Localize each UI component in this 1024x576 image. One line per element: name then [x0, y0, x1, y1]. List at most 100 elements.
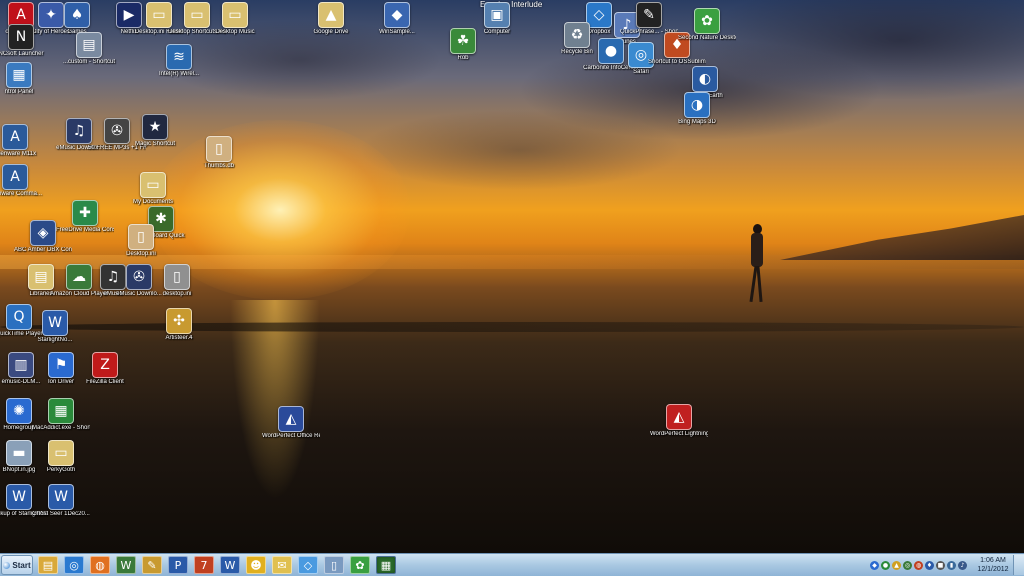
desktop-icon[interactable]: ▭ PerkyGoth	[32, 440, 90, 474]
desktop-icon[interactable]: ♠Games	[48, 2, 106, 36]
desktop-icon[interactable]: ▤ ...custom - Shortcut	[60, 32, 118, 66]
desktop-icon-glyph-icon: Z	[92, 352, 118, 378]
desktop-icon[interactable]: ≋ Intel(R) Wirel...	[150, 44, 208, 78]
desktop-icon[interactable]: Z FileZilla Client	[76, 352, 134, 386]
taskbar-app-icon[interactable]: ▦	[376, 556, 396, 574]
wallpaper-person-silhouette	[748, 224, 766, 303]
tray-icon[interactable]: ◎	[903, 560, 912, 570]
desktop-icon-glyph-icon: ◑	[684, 92, 710, 118]
desktop-icon-glyph-icon: ▦	[6, 62, 32, 88]
tray-icon[interactable]: ♦	[925, 560, 934, 570]
desktop-icon-label: Ghost Seer 1Dec20...	[32, 511, 90, 517]
desktop-icon-label: Alienware M11x	[0, 151, 37, 157]
desktop-icon-label: desktop.ini	[162, 291, 192, 297]
taskbar-app-icon[interactable]: W	[116, 556, 136, 574]
tray-icon[interactable]: ◆	[870, 560, 879, 570]
desktop-icon-glyph-icon: N	[8, 24, 34, 50]
taskbar: Start ▤ ◎ ◍ W ✎ P 7 W ☻ ✉ ◇ ▯ ✿ ▦ ◆ ● ▲ ◎ ◍ ♦ ■ ▮ ♪ 1:06 AM 1…	[0, 553, 1024, 576]
start-button[interactable]: Start	[1, 555, 33, 575]
tray-icon[interactable]: ▮	[947, 560, 956, 570]
desktop-icon-glyph-icon: ▯	[128, 224, 154, 250]
windows-orb-icon	[3, 561, 11, 569]
desktop-icon[interactable]: ▦ ntrol Panel	[0, 62, 48, 96]
desktop-icon[interactable]: ▭ My Documents	[124, 172, 182, 206]
tray-icon[interactable]: ●	[881, 560, 890, 570]
taskbar-app-icon[interactable]: ◎	[64, 556, 84, 574]
desktop-icon-label: Shortcut to OSSubliminal	[648, 59, 706, 65]
desktop-icon[interactable]: ✎QuickPhrase... - Shortcut	[620, 2, 678, 36]
desktop-icon-glyph-icon: ⚑	[48, 352, 74, 378]
desktop-icon[interactable]: ▦MacAddict.exe - Shortcut	[32, 398, 90, 432]
desktop-icon[interactable]: ✣ Artisteer.4	[150, 308, 208, 342]
desktop-icon-label: Bing Maps 3D	[678, 119, 716, 125]
show-desktop-button[interactable]	[1013, 555, 1024, 575]
tray-icon[interactable]: ▲	[892, 560, 901, 570]
desktop-icon-glyph-icon: ◭	[278, 406, 304, 432]
desktop-icon-label: WordPerfect Lightning	[650, 431, 708, 437]
desktop-icon-glyph-icon: ▣	[484, 2, 510, 28]
taskbar-app-icon[interactable]: ✉	[272, 556, 292, 574]
desktop-icon[interactable]: ▯ Thumbs.db	[190, 136, 248, 170]
desktop-icon[interactable]: ◈ABC Amber DBX Converter	[14, 220, 72, 254]
desktop-icon-label: WinSample...	[379, 29, 415, 35]
desktop-icon-glyph-icon: ☘	[450, 28, 476, 54]
taskbar-app-icon[interactable]: ✎	[142, 556, 162, 574]
desktop-icon-glyph-icon: ◈	[30, 220, 56, 246]
desktop-icon-glyph-icon: ✺	[6, 398, 32, 424]
tray-icon[interactable]: ■	[936, 560, 945, 570]
desktop-icon-glyph-icon: ♠	[64, 2, 90, 28]
desktop-icon[interactable]: AAlienware M11x	[0, 124, 44, 158]
taskbar-app-icon[interactable]: ◍	[90, 556, 110, 574]
desktop-icon-glyph-icon: ◭	[666, 404, 692, 430]
desktop-icon[interactable]: N NCsoft Launcher	[0, 24, 50, 58]
tray-icon[interactable]: ◍	[914, 560, 923, 570]
desktop-icon[interactable]: ★ Magic Shortcut	[126, 114, 184, 148]
desktop-icon[interactable]: ◑ Bing Maps 3D	[668, 92, 726, 126]
taskbar-app-icon[interactable]: ◇	[298, 556, 318, 574]
taskbar-app-icon[interactable]: P	[168, 556, 188, 574]
desktop-icon-label: MacAddict.exe - Shortcut	[32, 425, 90, 431]
system-clock[interactable]: 1:06 AM 12/1/2012	[975, 556, 1011, 574]
desktop-icon-glyph-icon: W	[48, 484, 74, 510]
taskbar-app-icon[interactable]: ☻	[246, 556, 266, 574]
taskbar-app-icon[interactable]: 7	[194, 556, 214, 574]
taskbar-app-icon[interactable]: ▯	[324, 556, 344, 574]
desktop-icon[interactable]: W StarlightNo...	[26, 310, 84, 344]
desktop-icon-label: Desktop.ini	[126, 251, 156, 257]
taskbar-app-icon[interactable]: W	[220, 556, 240, 574]
desktop-icon[interactable]: ☘ Rob	[434, 28, 492, 62]
clock-time: 1:06 AM	[980, 557, 1006, 564]
desktop-icon-label: ABC Amber DBX Converter	[14, 247, 72, 253]
desktop-icon-glyph-icon: ▦	[48, 398, 74, 424]
desktop-icon-label: FileZilla Client	[86, 379, 124, 385]
desktop-icon-label: Magic Shortcut	[134, 141, 176, 147]
desktop-icon[interactable]: ◭ WordPerfect Lightning	[650, 404, 708, 438]
desktop-icon[interactable]: ▲ Google Drive	[302, 2, 360, 36]
desktop-icon-label: Intel(R) Wirel...	[158, 71, 199, 77]
taskbar-app-icon[interactable]: ✿	[350, 556, 370, 574]
start-label: Start	[12, 560, 31, 570]
desktop-icon-label: Artisteer.4	[165, 335, 193, 341]
desktop-icon[interactable]: ▭ Desktop Music	[206, 2, 264, 36]
desktop-icon-glyph-icon: ▯	[206, 136, 232, 162]
desktop[interactable]: Evening Interlude Aobe Reader✦City of He…	[0, 0, 1024, 553]
system-tray: ◆ ● ▲ ◎ ◍ ♦ ■ ▮ ♪	[870, 556, 970, 574]
desktop-icon-label: Second Nature Desktop	[678, 35, 736, 41]
desktop-icon[interactable]: ◆ WinSample...	[368, 2, 426, 36]
desktop-icon-label: Rob	[457, 55, 469, 61]
desktop-icon-glyph-icon: W	[42, 310, 68, 336]
desktop-icon-glyph-icon: ✚	[72, 200, 98, 226]
desktop-icon-glyph-icon: ★	[142, 114, 168, 140]
taskbar-app-icon[interactable]: ▤	[38, 556, 58, 574]
desktop-icon[interactable]: ▯ Desktop.ini	[112, 224, 170, 258]
desktop-icon-label: Safari	[633, 69, 649, 75]
desktop-icon-glyph-icon: ▯	[164, 264, 190, 290]
desktop-icon[interactable]: ▯ desktop.ini	[148, 264, 206, 298]
desktop-icon[interactable]: AAlienware Comma...	[0, 164, 44, 198]
desktop-icon[interactable]: W Ghost Seer 1Dec20...	[32, 484, 90, 518]
desktop-icon-glyph-icon: ≋	[166, 44, 192, 70]
desktop-icon[interactable]: ◭WordPerfect Office Ready	[262, 406, 320, 440]
desktop-icon[interactable]: ✿ Second Nature Desktop	[678, 8, 736, 42]
tray-icon[interactable]: ♪	[958, 560, 967, 570]
desktop-icon-label: ntrol Panel	[4, 89, 34, 95]
